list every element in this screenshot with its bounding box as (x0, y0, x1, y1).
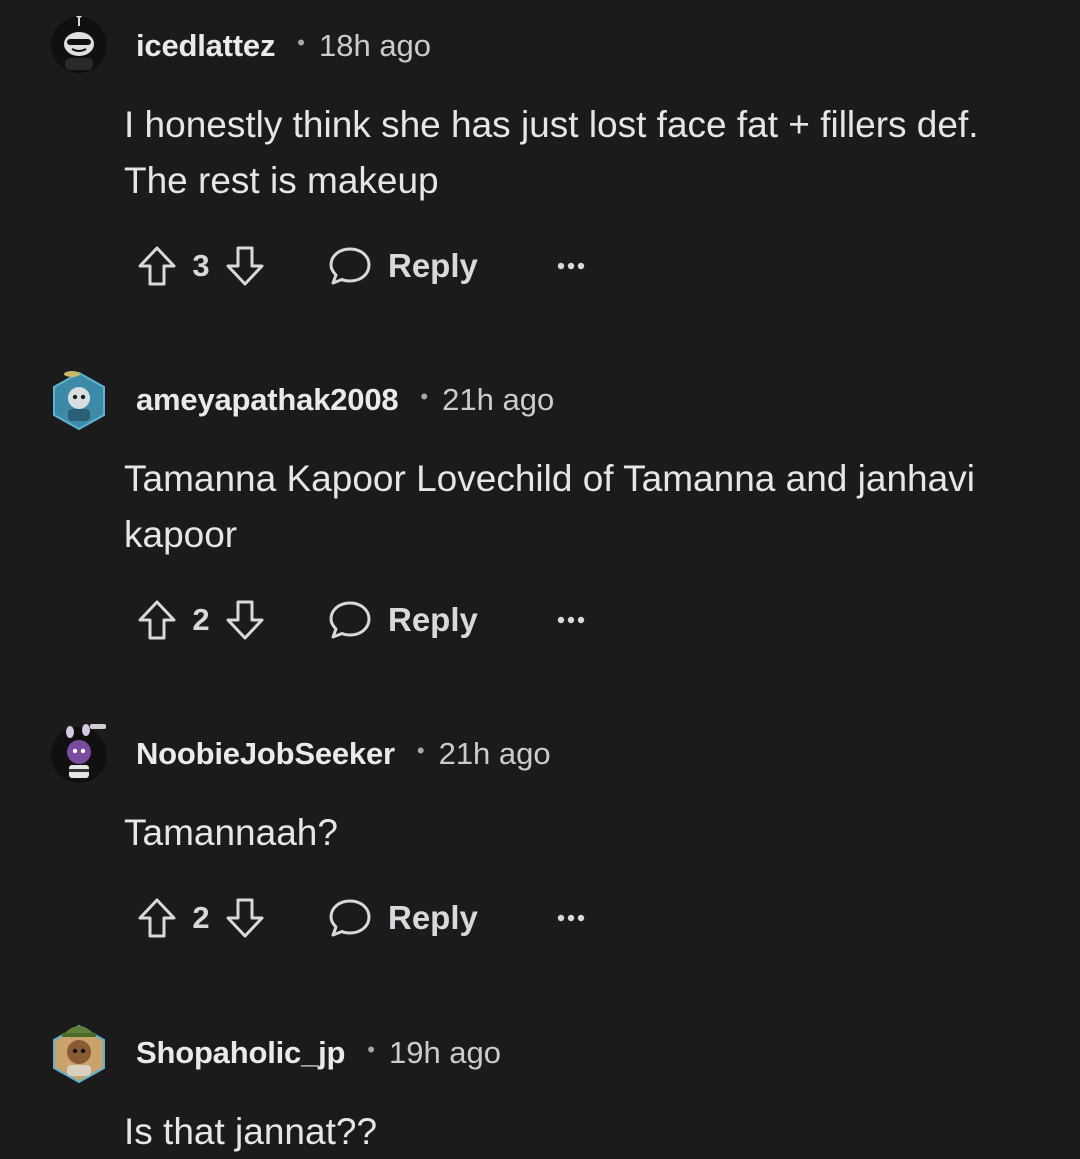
timestamp[interactable]: 21h ago (439, 736, 551, 772)
reply-label: Reply (388, 247, 478, 284)
downvote-button[interactable] (224, 597, 266, 643)
user-avatar-icon[interactable] (50, 370, 108, 431)
reply-button[interactable]: Reply (328, 599, 478, 641)
timestamp[interactable]: 18h ago (319, 28, 431, 64)
username-link[interactable]: ameyapathak2008 (136, 382, 399, 418)
upvote-button[interactable] (136, 243, 178, 289)
separator-dot: • (367, 1037, 375, 1062)
user-avatar-icon[interactable] (50, 724, 108, 783)
comment-body: Tamannaah? (124, 812, 338, 853)
more-options-button[interactable] (556, 600, 586, 640)
timestamp[interactable]: 21h ago (442, 382, 554, 418)
downvote-button[interactable] (224, 895, 266, 941)
comment-actions: 3 Reply (136, 241, 586, 291)
comment-body: Tamanna Kapoor Lovechild of Tamanna and … (124, 458, 975, 555)
comment-thread: icedlattez • 18h ago I honestly think sh… (0, 0, 1080, 1159)
reply-label: Reply (388, 601, 478, 638)
comment-header: icedlattez • 18h ago (136, 26, 431, 66)
comment-header: NoobieJobSeeker • 21h ago (136, 734, 551, 774)
separator-dot: • (297, 30, 305, 55)
separator-dot: • (416, 738, 425, 763)
arrow-down-outline-icon (226, 898, 264, 938)
username-link[interactable]: Shopaholic_jp (136, 1035, 345, 1071)
comment-actions: 2 Reply (136, 893, 586, 943)
ellipsis-icon (557, 914, 585, 922)
speech-bubble-icon (329, 601, 371, 639)
username-link[interactable]: NoobieJobSeeker (136, 736, 395, 772)
timestamp[interactable]: 19h ago (389, 1035, 501, 1071)
user-avatar-icon[interactable] (50, 1020, 108, 1084)
separator-dot: • (420, 384, 429, 409)
upvote-button[interactable] (136, 597, 178, 643)
speech-bubble-icon (329, 899, 371, 937)
downvote-button[interactable] (224, 243, 266, 289)
reply-button[interactable]: Reply (328, 897, 478, 939)
comment-header: Shopaholic_jp • 19h ago (136, 1033, 501, 1073)
vote-score: 2 (192, 602, 210, 637)
comment-body: Is that jannat?? (124, 1111, 378, 1152)
arrow-up-outline-icon (138, 246, 176, 286)
comment-actions: 2 Reply (136, 595, 586, 645)
vote-score: 2 (192, 900, 210, 935)
reply-label: Reply (388, 899, 478, 936)
more-options-button[interactable] (556, 898, 586, 938)
upvote-button[interactable] (136, 895, 178, 941)
reply-button[interactable]: Reply (328, 245, 478, 287)
comment-body: I honestly think she has just lost face … (124, 104, 979, 201)
arrow-up-outline-icon (138, 898, 176, 938)
speech-bubble-icon (329, 247, 371, 285)
more-options-button[interactable] (556, 246, 586, 286)
arrow-up-outline-icon (138, 600, 176, 640)
user-avatar-icon[interactable] (50, 12, 108, 74)
ellipsis-icon (557, 262, 585, 270)
arrow-down-outline-icon (226, 246, 264, 286)
comment-header: ameyapathak2008 • 21h ago (136, 380, 554, 420)
arrow-down-outline-icon (226, 600, 264, 640)
ellipsis-icon (557, 616, 585, 624)
username-link[interactable]: icedlattez (136, 28, 275, 64)
vote-score: 3 (192, 248, 210, 283)
